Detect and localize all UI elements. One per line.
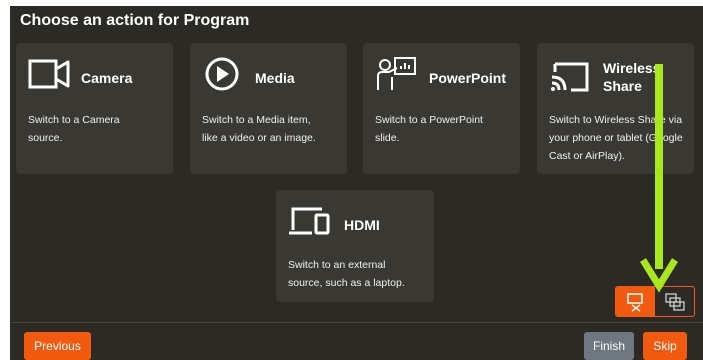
powerpoint-card-description: Switch to a PowerPoint slide. <box>375 114 483 144</box>
wireless-share-card[interactable]: Wireless Share Switch to Wireless Share … <box>537 43 694 174</box>
presenter-icon <box>377 57 416 90</box>
overlay-transition-button[interactable] <box>655 287 694 316</box>
media-card-title: Media <box>255 70 295 86</box>
footer-divider <box>10 322 703 323</box>
transition-toggle <box>615 286 695 317</box>
overlay-transition-icon <box>665 293 685 311</box>
play-icon <box>205 57 239 91</box>
cut-transition-icon <box>627 293 643 312</box>
media-card[interactable]: Media Switch to a Media item, like a vid… <box>190 43 347 174</box>
camera-card-description: Switch to a Camera source. <box>28 114 120 144</box>
camera-icon <box>28 59 70 89</box>
cast-icon <box>551 62 589 92</box>
skip-button[interactable]: Skip <box>643 332 687 360</box>
wireless-share-card-description: Switch to Wireless Share via your phone … <box>549 114 683 162</box>
media-card-description: Switch to a Media item, like a video or … <box>202 114 316 144</box>
devices-icon <box>289 207 330 235</box>
camera-card[interactable]: Camera Switch to a Camera source. <box>16 43 173 174</box>
finish-button[interactable]: Finish <box>584 332 634 360</box>
action-dialog: Choose an action for Program Camera Swit… <box>10 6 703 360</box>
cut-transition-button[interactable] <box>616 287 655 316</box>
powerpoint-card-title: PowerPoint <box>429 70 507 86</box>
hdmi-card[interactable]: HDMI Switch to an external source, such … <box>276 190 434 302</box>
previous-button[interactable]: Previous <box>24 332 91 360</box>
powerpoint-card[interactable]: PowerPoint Switch to a PowerPoint slide. <box>363 43 520 174</box>
hdmi-card-title: HDMI <box>344 217 380 233</box>
wireless-share-card-title: Wireless Share <box>603 60 661 94</box>
camera-card-title: Camera <box>81 70 133 86</box>
hdmi-card-description: Switch to an external source, such as a … <box>288 259 405 289</box>
dialog-title: Choose an action for Program <box>20 12 250 29</box>
